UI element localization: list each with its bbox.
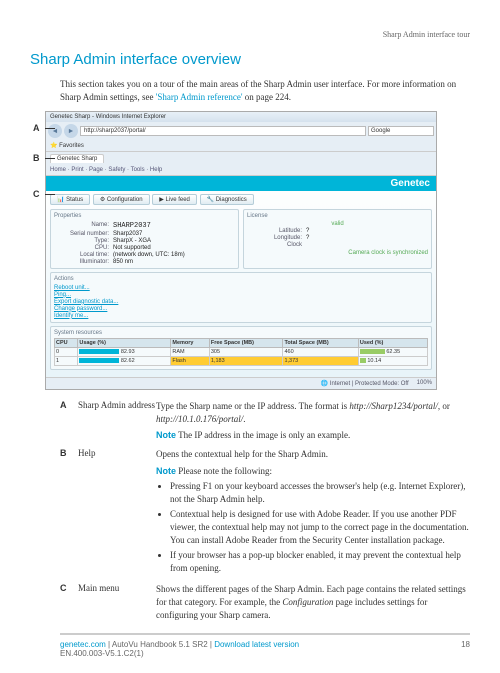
license-panel: License valid Latitude:? Longitude:? Clo… <box>243 209 432 269</box>
resources-header: System resources <box>54 330 428 336</box>
page-title: Sharp Admin interface overview <box>30 51 470 68</box>
action-ping[interactable]: Ping... <box>54 291 428 298</box>
favorites-bar: ⭐ Favorites <box>46 140 436 152</box>
legend-b-term: Help <box>78 448 156 577</box>
menu-config[interactable]: ⚙ Configuration <box>93 194 150 205</box>
legend-a-letter: A <box>60 400 78 442</box>
menu-status[interactable]: 📊 Status <box>50 194 90 205</box>
back-icon[interactable]: ◄ <box>48 124 62 138</box>
legend-a-term: Sharp Admin address <box>78 400 156 442</box>
actions-panel: Actions Reboot unit... Ping... Export di… <box>50 272 432 323</box>
callout-c: C <box>33 189 40 199</box>
app-content: Genetec 📊 Status ⚙ Configuration ▶ Live … <box>46 176 436 377</box>
tab-bar: Genetec Sharp <box>46 152 436 165</box>
address-input[interactable]: http://sharp2037/portal/ <box>80 126 366 136</box>
clock-sync: Camera clock is synchronized <box>247 248 428 256</box>
properties-panel: Properties Name:SHARP2037 Serial number:… <box>50 209 239 269</box>
action-export[interactable]: Export diagnostic data... <box>54 298 428 305</box>
screenshot-container: A B C Genetec Sharp - Windows Internet E… <box>45 111 470 390</box>
genetec-logo: Genetec <box>46 176 436 191</box>
page-number: 18 <box>461 640 470 658</box>
action-identify[interactable]: Identify me... <box>54 312 428 319</box>
legend-c-letter: C <box>60 583 78 621</box>
security-zone: 🌐 Internet | Protected Mode: Off <box>321 380 409 387</box>
callout-b: B <box>33 153 40 163</box>
tour-label: Sharp Admin interface tour <box>60 30 470 39</box>
browser-statusbar: 🌐 Internet | Protected Mode: Off 100% <box>46 377 436 389</box>
window-title: Genetec Sharp - Windows Internet Explore… <box>46 112 436 122</box>
menu-live[interactable]: ▶ Live feed <box>152 194 197 205</box>
intro-text: This section takes you on a tour of the … <box>60 78 470 103</box>
footer-site-link[interactable]: genetec.com <box>60 640 106 649</box>
page-footer: genetec.com | AutoVu Handbook 5.1 SR2 | … <box>60 633 470 658</box>
menu-diag[interactable]: 🔧 Diagnostics <box>200 194 254 205</box>
intro-link[interactable]: 'Sharp Admin reference' <box>156 92 243 102</box>
legend-a-desc: Type the Sharp name or the IP address. T… <box>156 400 470 442</box>
resources-panel: System resources CPUUsage (%)MemoryFree … <box>50 326 432 370</box>
forward-icon[interactable]: ► <box>64 124 78 138</box>
properties-header: Properties <box>54 213 235 219</box>
address-bar: ◄ ► http://sharp2037/portal/ Google <box>46 122 436 140</box>
browser-toolbar: Home · Print · Page · Safety · Tools · H… <box>46 165 436 176</box>
legend-c-desc: Shows the different pages of the Sharp A… <box>156 583 470 621</box>
footer-docid: EN.400.003-V5.1.C2(1) <box>60 649 144 658</box>
main-menu: 📊 Status ⚙ Configuration ▶ Live feed 🔧 D… <box>50 194 432 205</box>
legend-b-desc: Opens the contextual help for the Sharp … <box>156 448 470 577</box>
action-reboot[interactable]: Reboot unit... <box>54 284 428 291</box>
action-password[interactable]: Change password... <box>54 305 428 312</box>
callout-a: A <box>33 123 40 133</box>
search-input[interactable]: Google <box>368 126 434 136</box>
browser-window: Genetec Sharp - Windows Internet Explore… <box>45 111 437 390</box>
legend: A Sharp Admin address Type the Sharp nam… <box>60 400 470 621</box>
footer-download-link[interactable]: Download latest version <box>214 640 299 649</box>
legend-c-term: Main menu <box>78 583 156 621</box>
license-header: License <box>247 213 428 219</box>
legend-b-letter: B <box>60 448 78 577</box>
zoom-level[interactable]: 100% <box>417 380 432 387</box>
tab-genetec[interactable]: Genetec Sharp <box>50 154 104 163</box>
resources-table: CPUUsage (%)MemoryFree Space (MB)Total S… <box>54 338 428 366</box>
actions-header: Actions <box>54 276 428 282</box>
